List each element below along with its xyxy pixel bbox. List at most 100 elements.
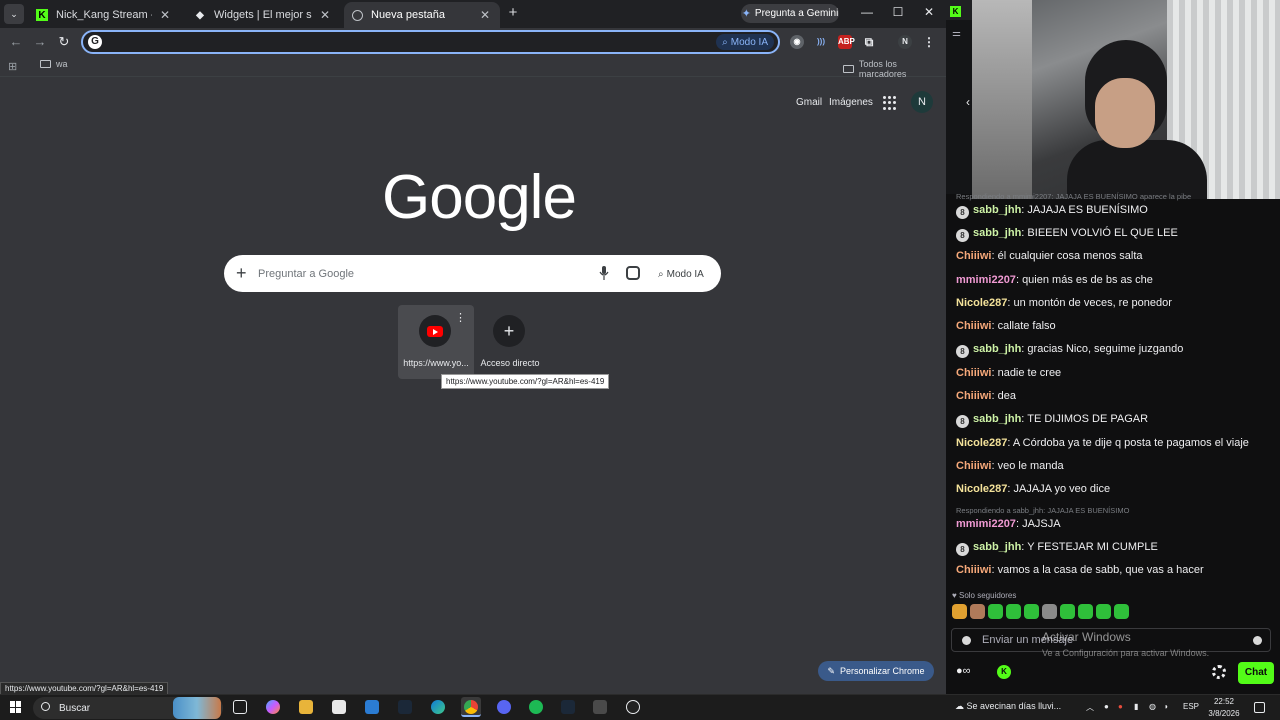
maximize-button[interactable]: ☐ — [889, 5, 907, 19]
chat-users-icon[interactable]: ●∞ — [956, 665, 971, 677]
modo-ia-button[interactable]: ⌕ Modo IA — [716, 34, 774, 50]
avatar[interactable]: N — [911, 91, 933, 113]
chat-username[interactable]: sabb_jhh — [973, 413, 1021, 425]
minimize-button[interactable]: — — [858, 5, 876, 19]
chat-username[interactable]: Chiiiwi — [956, 564, 991, 576]
shortcut-tile-youtube[interactable]: ⋮ https://www.yo... — [398, 305, 474, 379]
emote-icon[interactable] — [970, 604, 985, 619]
chat-badge-icon[interactable] — [962, 636, 971, 645]
emote-icon[interactable] — [1096, 604, 1111, 619]
tab-search-button[interactable]: ⌄ — [4, 4, 24, 24]
reload-icon[interactable]: ↻ — [56, 34, 72, 50]
steam-icon[interactable] — [398, 700, 412, 714]
extensions-icon[interactable]: ⧉ — [862, 35, 876, 49]
emote-icon[interactable] — [1114, 604, 1129, 619]
google-apps-icon[interactable] — [883, 96, 897, 110]
chat-username[interactable]: Chiiiwi — [956, 390, 991, 402]
chat-username[interactable]: sabb_jhh — [973, 343, 1021, 355]
weather-widget[interactable]: ☁ Se avecinan días lluvi... — [955, 701, 1061, 712]
chat-username[interactable]: Nicole287 — [956, 483, 1007, 495]
steam-icon-2[interactable] — [561, 700, 575, 714]
all-bookmarks[interactable]: Todos los marcadores — [843, 59, 946, 79]
close-icon[interactable]: ✕ — [318, 8, 332, 22]
emote-icon[interactable] — [1060, 604, 1075, 619]
chat-username[interactable]: Nicole287 — [956, 297, 1007, 309]
chevron-up-icon[interactable]: ︿ — [1086, 702, 1094, 713]
settings-icon[interactable] — [1212, 665, 1226, 679]
store-icon[interactable] — [332, 700, 346, 714]
file-explorer-icon[interactable] — [299, 700, 313, 714]
chat-username[interactable]: sabb_jhh — [973, 204, 1021, 216]
language-indicator[interactable]: ESP — [1183, 702, 1199, 711]
clock[interactable]: 22:52 3/8/2026 — [1204, 696, 1244, 720]
emote-icon[interactable] — [1006, 604, 1021, 619]
forward-icon[interactable]: → — [32, 34, 48, 50]
chat-send-button[interactable]: Chat — [1238, 662, 1274, 684]
windows-start-icon[interactable] — [10, 701, 22, 713]
chat-username[interactable]: mmimi2207 — [956, 518, 1016, 530]
obs-icon[interactable] — [626, 700, 640, 714]
emote-icon[interactable] — [988, 604, 1003, 619]
taskbar-search[interactable]: Buscar — [33, 697, 223, 719]
customize-chrome-button[interactable]: ✎ Personalizar Chrome — [818, 661, 934, 681]
speaker-icon[interactable]: ◗ — [1164, 702, 1169, 711]
chevron-left-icon[interactable]: ‹ — [966, 95, 970, 109]
extension-globe-icon[interactable]: ◉ — [790, 35, 804, 49]
address-input[interactable] — [107, 34, 707, 50]
lens-icon[interactable] — [626, 266, 640, 280]
plus-icon[interactable]: + — [236, 263, 247, 283]
chat-username[interactable]: Chiiiwi — [956, 320, 991, 332]
apps-grid-icon[interactable]: ⊞ — [8, 60, 20, 73]
tray-icon[interactable]: ● — [1118, 702, 1123, 711]
tab-new-tab[interactable]: Nueva pestaña ✕ — [344, 2, 500, 28]
tab-widgets[interactable]: ◆ Widgets | El mejor software para ✕ — [186, 2, 340, 28]
mic-tray-icon[interactable]: ▮ — [1134, 702, 1138, 711]
chat-username[interactable]: sabb_jhh — [973, 227, 1021, 239]
adblock-icon[interactable]: ABP — [838, 35, 855, 49]
tray-icon[interactable]: ● — [1104, 702, 1109, 711]
discord-icon[interactable] — [497, 700, 511, 714]
emote-icon[interactable] — [1042, 604, 1057, 619]
close-icon[interactable]: ✕ — [478, 8, 492, 22]
chat-username[interactable]: Chiiiwi — [956, 250, 991, 262]
shortcut-tile-add[interactable]: + Acceso directo — [472, 305, 548, 379]
mic-icon[interactable] — [599, 266, 609, 280]
chat-username[interactable]: mmimi2207 — [956, 274, 1016, 286]
task-view-icon[interactable] — [233, 700, 247, 714]
search-input[interactable] — [258, 265, 578, 283]
emote-icon[interactable] — [1078, 604, 1093, 619]
emoji-icon[interactable] — [1253, 636, 1262, 645]
close-window-button[interactable]: ✕ — [920, 5, 938, 19]
images-link[interactable]: Imágenes — [829, 97, 873, 108]
kick-logo-icon[interactable]: K — [997, 665, 1011, 679]
profile-icon[interactable]: N — [898, 35, 912, 49]
modo-ia-search-button[interactable]: ⌕ Modo IA — [652, 264, 710, 284]
bookmark-folder-wa[interactable]: wa — [40, 59, 68, 69]
chat-username[interactable]: Chiiiwi — [956, 460, 991, 472]
notification-icon[interactable] — [1254, 702, 1265, 713]
copilot-icon[interactable] — [266, 700, 280, 714]
spotify-icon[interactable] — [529, 700, 543, 714]
extension-wave-icon[interactable]: ))) — [814, 35, 828, 49]
address-bar[interactable]: G ⌕ Modo IA — [81, 30, 780, 54]
tab-kick[interactable]: K Nick_Kang Stream - Watch Live ✕ — [28, 2, 180, 28]
close-icon[interactable]: ✕ — [158, 8, 172, 22]
more-options-icon[interactable]: ⋮ — [455, 311, 466, 324]
outlook-icon[interactable] — [365, 700, 379, 714]
app-icon[interactable] — [593, 700, 607, 714]
emote-icon[interactable] — [952, 604, 967, 619]
menu-icon[interactable]: ⋮ — [922, 35, 936, 49]
tab-title: Nick_Kang Stream - Watch Live — [56, 9, 152, 21]
emote-icon[interactable] — [1024, 604, 1039, 619]
gmail-link[interactable]: Gmail — [796, 97, 822, 108]
chat-username[interactable]: Nicole287 — [956, 437, 1007, 449]
sliders-icon[interactable]: ⚌ — [952, 28, 961, 39]
tray-icon[interactable]: ◍ — [1149, 702, 1156, 711]
edge-icon[interactable] — [431, 700, 445, 714]
new-tab-button[interactable]: + — [505, 5, 521, 21]
google-search-box[interactable]: + ⌕Modo IA — [224, 255, 721, 292]
back-icon[interactable]: ← — [8, 34, 24, 50]
chat-username[interactable]: Chiiiwi — [956, 367, 991, 379]
gemini-button[interactable]: ✦ Pregunta a Gemini — [741, 4, 839, 23]
chat-username[interactable]: sabb_jhh — [973, 541, 1021, 553]
